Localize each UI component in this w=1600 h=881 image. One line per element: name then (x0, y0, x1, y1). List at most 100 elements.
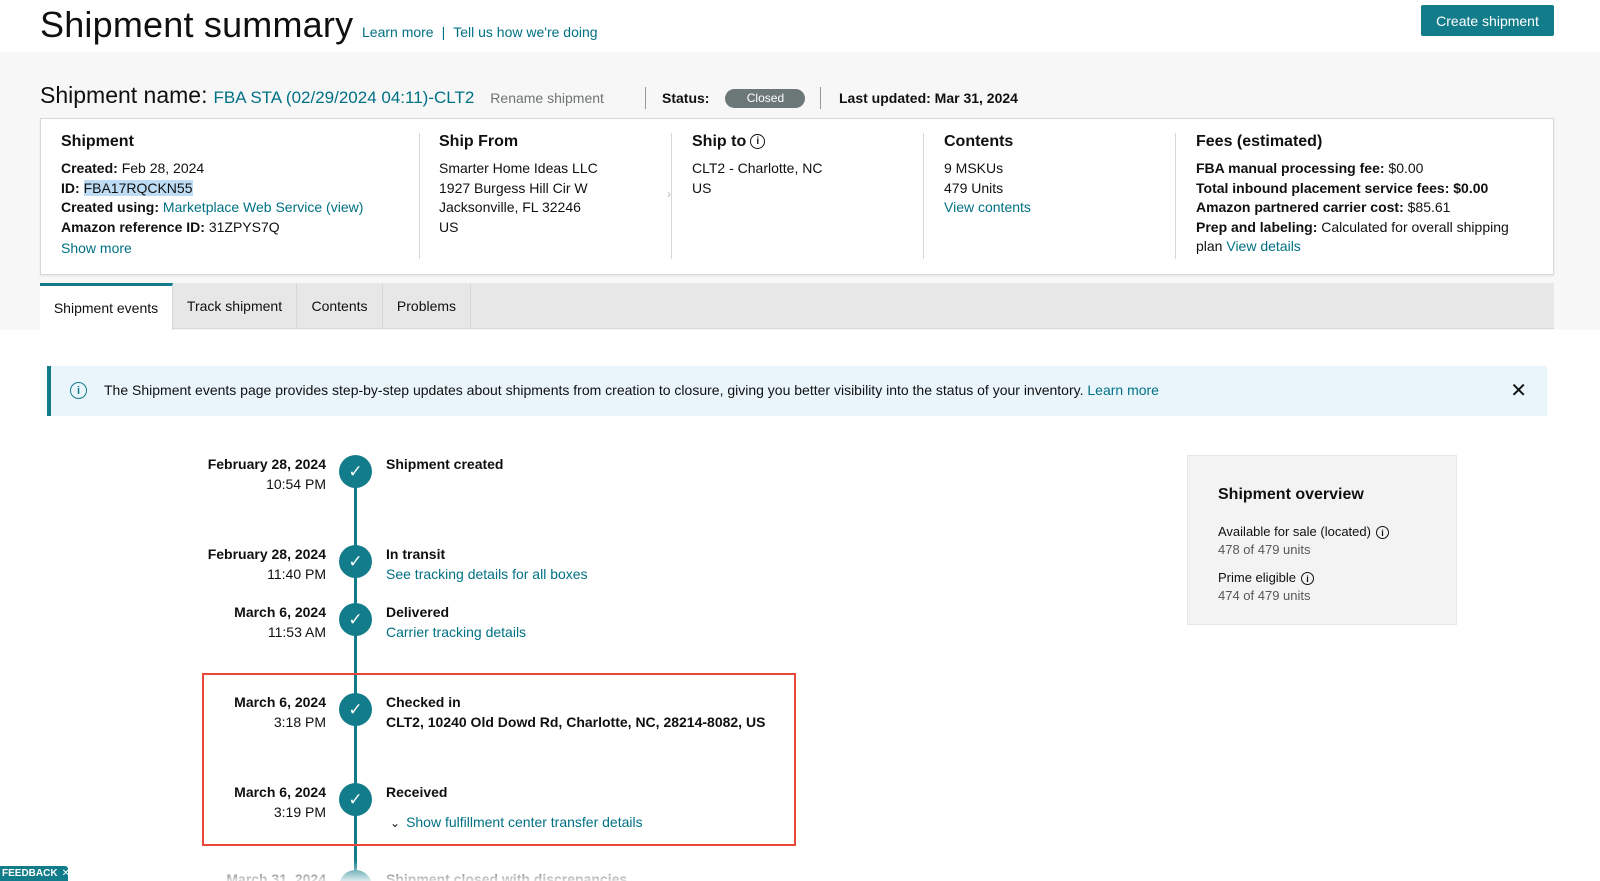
close-icon[interactable]: ✕ (62, 868, 70, 879)
last-updated: Last updated: Mar 31, 2024 (839, 90, 1018, 106)
created-value: Feb 28, 2024 (121, 160, 205, 176)
tab-contents[interactable]: Contents (297, 283, 383, 329)
divider (923, 133, 924, 259)
fees-column: Fees (estimated) FBA manual processing f… (1196, 131, 1509, 257)
highlight-box (202, 673, 796, 846)
contents-column: Contents 9 MSKUs 479 Units View contents (944, 131, 1031, 218)
info-icon[interactable]: i (1375, 526, 1389, 540)
tab-problems[interactable]: Problems (383, 283, 471, 329)
ship-from-line: US (439, 218, 459, 235)
rename-shipment-button[interactable]: Rename shipment (490, 90, 604, 106)
shipment-overview-panel: Shipment overview Available for sale (lo… (1187, 455, 1457, 625)
shipment-column: Shipment Created: Feb 28, 2024 ID: FBA17… (61, 131, 363, 259)
event-body: In transit See tracking details for all b… (386, 545, 588, 584)
tab-track-shipment[interactable]: Track shipment (173, 283, 297, 329)
info-icon: i (70, 382, 87, 399)
event-date: March 6, 2024 (234, 604, 326, 620)
divider (645, 87, 646, 109)
prime-value: 474 of 479 units (1218, 588, 1311, 604)
id-label: ID: (61, 179, 80, 196)
page-title: Shipment summary (40, 4, 354, 45)
feedback-link[interactable]: Tell us how we're doing (453, 24, 597, 40)
overview-title: Shipment overview (1218, 486, 1364, 503)
event-date: February 28, 2024 (207, 456, 326, 472)
view-contents-link[interactable]: View contents (944, 199, 1031, 215)
ship-to-column: Ship to i CLT2 - Charlotte, NC US (692, 131, 822, 198)
event-title: Shipment created (386, 456, 504, 472)
ship-from-heading: Ship From (439, 133, 519, 150)
shipment-name-value: FBA STA (02/29/2024 04:11)-CLT2 (213, 88, 475, 107)
event-datetime: February 28, 2024 11:40 PM (126, 545, 326, 584)
unit-count: 479 Units (944, 179, 1004, 196)
header-links: Learn more | Tell us how we're doing (362, 24, 598, 40)
event-datetime: March 31, 2024 (126, 870, 326, 881)
available-value: 478 of 479 units (1218, 542, 1311, 558)
divider (820, 87, 821, 109)
prime-label: Prime eligible (1218, 570, 1297, 585)
check-icon: ✓ (339, 545, 372, 578)
event-title: Shipment closed with discrepancies (386, 871, 628, 881)
tab-bar: Shipment events Track shipment Contents … (40, 283, 1554, 330)
info-alert: i The Shipment events page provides step… (47, 366, 1547, 416)
check-icon: ✓ (339, 603, 372, 636)
info-icon[interactable]: i (750, 134, 766, 150)
event-time: 10:54 PM (266, 475, 326, 492)
check-icon: ✓ (339, 455, 372, 488)
event-time: 11:40 PM (267, 565, 326, 582)
created-using-label: Created using: (61, 199, 160, 215)
reference-id-label: Amazon reference ID: (61, 218, 205, 235)
event-date: February 28, 2024 (207, 546, 326, 562)
tab-shipment-events[interactable]: Shipment events (40, 283, 173, 330)
shipment-name-label: Shipment name: (40, 82, 208, 108)
feedback-tab[interactable]: FEEDBACK ✕ (0, 866, 70, 881)
prep-value: Calculated for overall shipping (1321, 218, 1509, 235)
learn-more-link[interactable]: Learn more (362, 24, 434, 40)
divider (1175, 133, 1176, 259)
ship-to-heading: Ship to (692, 133, 747, 150)
shipment-name-row: Shipment name: FBA STA (02/29/2024 04:11… (40, 82, 604, 112)
status-label: Status: (662, 90, 710, 106)
fba-fee-value: $0.00 (1388, 160, 1424, 176)
status-badge: Closed (725, 88, 806, 108)
fba-fee-label: FBA manual processing fee: (1196, 160, 1385, 176)
carrier-cost-value: $85.61 (1407, 199, 1451, 215)
ship-from-line: Jacksonville, FL 32246 (439, 199, 581, 215)
divider (419, 133, 420, 259)
reference-id-value: 31ZPYS7Q (208, 218, 280, 235)
event-body: Delivered Carrier tracking details (386, 603, 526, 642)
ship-from-line: 1927 Burgess Hill Cir W (439, 179, 588, 196)
event-datetime: February 28, 2024 10:54 PM (126, 455, 326, 494)
create-shipment-button[interactable]: Create shipment (1421, 5, 1554, 36)
page-header: Shipment summary Learn more | Tell us how … (0, 0, 1600, 52)
ship-from-column: Ship From Smarter Home Ideas LLC 1927 Bu… (439, 131, 598, 237)
created-using-link[interactable]: Marketplace Web Service (view) (163, 199, 363, 215)
available-label: Available for sale (located) (1218, 524, 1371, 539)
event-date: March 31, 2024 (226, 871, 326, 881)
contents-heading: Contents (944, 133, 1014, 150)
shipment-info-card: Shipment Created: Feb 28, 2024 ID: FBA17… (40, 118, 1554, 275)
fees-heading: Fees (estimated) (1196, 133, 1323, 150)
link-separator: | (441, 24, 446, 40)
shipment-heading: Shipment (61, 133, 134, 150)
divider (671, 133, 672, 259)
alert-learn-more-link[interactable]: Learn more (1087, 382, 1159, 398)
ship-to-line: US (692, 179, 712, 196)
close-icon[interactable]: ✕ (1510, 378, 1527, 403)
available-for-sale-item: Available for sale (located) i 478 of 479… (1218, 524, 1389, 557)
event-body: Shipment created (386, 455, 503, 475)
carrier-tracking-link[interactable]: Carrier tracking details (386, 624, 526, 640)
ship-from-line: Smarter Home Ideas LLC (439, 160, 598, 176)
tracking-details-link[interactable]: See tracking details for all boxes (386, 566, 588, 582)
show-more-link[interactable]: Show more (61, 240, 132, 256)
chevron-right-icon: › (667, 187, 671, 201)
info-icon[interactable]: i (1301, 572, 1315, 586)
prime-eligible-item: Prime eligible i 474 of 479 units (1218, 570, 1315, 604)
check-icon: ✓ (339, 870, 372, 881)
event-time: 11:53 AM (267, 623, 326, 640)
prep-value-cont: plan (1196, 238, 1223, 254)
alert-message: The Shipment events page provides step-b… (104, 382, 1159, 398)
prep-label: Prep and labeling: (1196, 218, 1318, 235)
view-details-link[interactable]: View details (1226, 238, 1300, 254)
feedback-label: FEEDBACK (2, 868, 58, 879)
carrier-cost-label: Amazon partnered carrier cost: (1196, 199, 1404, 215)
